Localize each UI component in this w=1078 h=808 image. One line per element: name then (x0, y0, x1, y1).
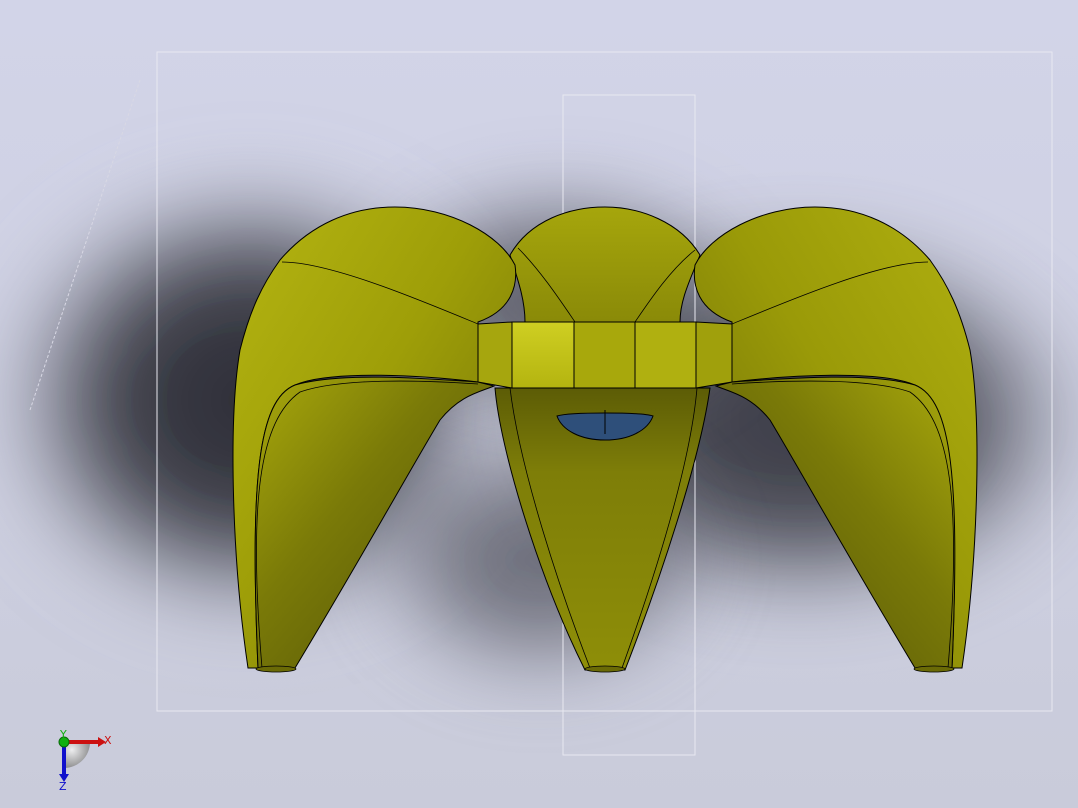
graphics-viewport[interactable]: X Y Z (0, 0, 1078, 808)
model-scene[interactable] (0, 0, 1078, 808)
x-axis-label: X (104, 734, 112, 747)
y-axis-label: Y (59, 728, 67, 741)
reference-triad: X Y Z (58, 728, 112, 792)
triad-shade-icon (64, 742, 90, 768)
center-band[interactable] (477, 321, 733, 389)
z-axis-label: Z (59, 780, 67, 792)
